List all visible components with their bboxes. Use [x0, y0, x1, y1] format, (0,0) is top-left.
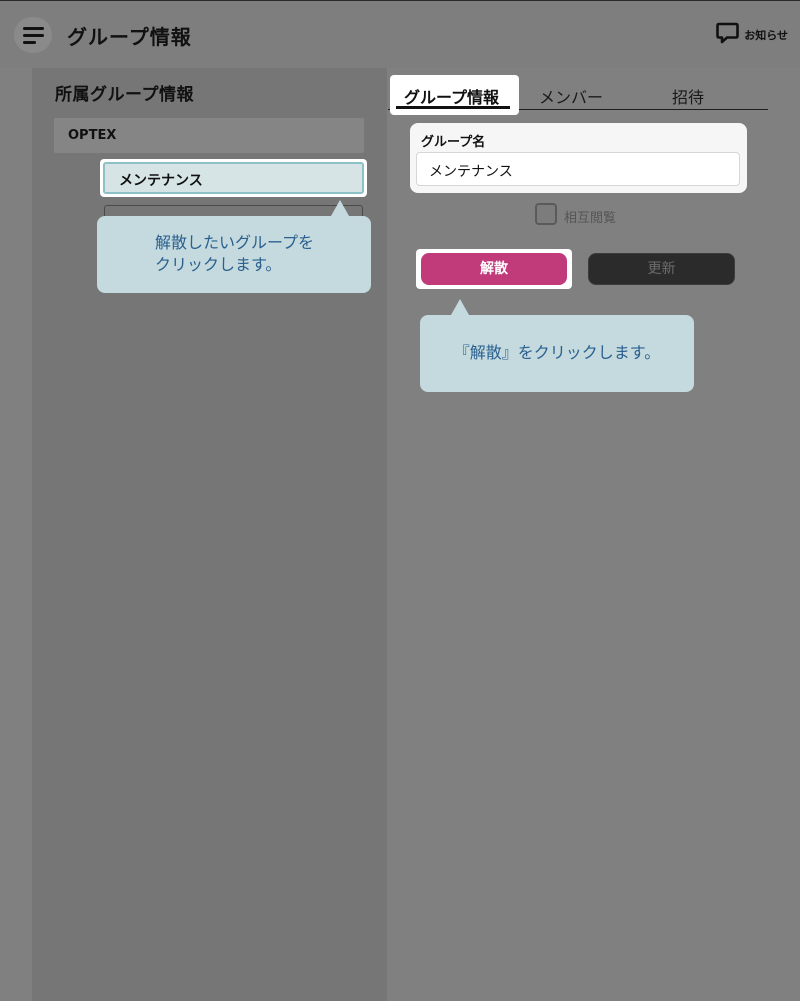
- group-name-card: グループ名 メンテナンス: [410, 123, 747, 193]
- callout-select-group-line1: 解散したいグループを: [155, 233, 315, 252]
- callout-select-group-line2: クリックします。: [155, 255, 282, 274]
- mutual-view-checkbox[interactable]: [535, 203, 557, 225]
- page-title: グループ情報: [67, 25, 192, 49]
- dissolve-button[interactable]: 解散: [421, 253, 567, 285]
- menu-button[interactable]: [14, 17, 52, 53]
- notice-label: お知らせ: [744, 29, 788, 42]
- group-name-input[interactable]: メンテナンス: [416, 152, 740, 186]
- callout-click-dissolve-text: 『解散』をクリックします。: [453, 343, 661, 362]
- org-row[interactable]: OPTEX: [54, 118, 364, 153]
- tab-group-info[interactable]: グループ情報: [404, 84, 499, 108]
- callout-pointer: [451, 299, 469, 315]
- org-name: OPTEX: [68, 128, 117, 143]
- app-header: グループ情報 お知らせ: [0, 0, 800, 68]
- tab-invite[interactable]: 招待: [672, 84, 704, 108]
- callout-select-group: 解散したいグループを クリックします。: [97, 200, 371, 293]
- active-tab-indicator: [396, 106, 510, 109]
- tab-members[interactable]: メンバー: [539, 84, 603, 108]
- mutual-view-label: 相互閲覧: [564, 211, 617, 226]
- callout-pointer: [331, 200, 349, 216]
- group-name-label: グループ名: [421, 135, 486, 150]
- group-item-maintenance[interactable]: メンテナンス: [103, 162, 364, 194]
- update-button[interactable]: 更新: [588, 253, 735, 285]
- callout-click-dissolve: 『解散』をクリックします。: [420, 299, 694, 392]
- notice-button[interactable]: お知らせ: [716, 22, 788, 48]
- chat-bubble-icon: [716, 22, 740, 48]
- group-item-highlight: メンテナンス: [100, 159, 367, 197]
- group-list-title: 所属グループ情報: [55, 85, 194, 105]
